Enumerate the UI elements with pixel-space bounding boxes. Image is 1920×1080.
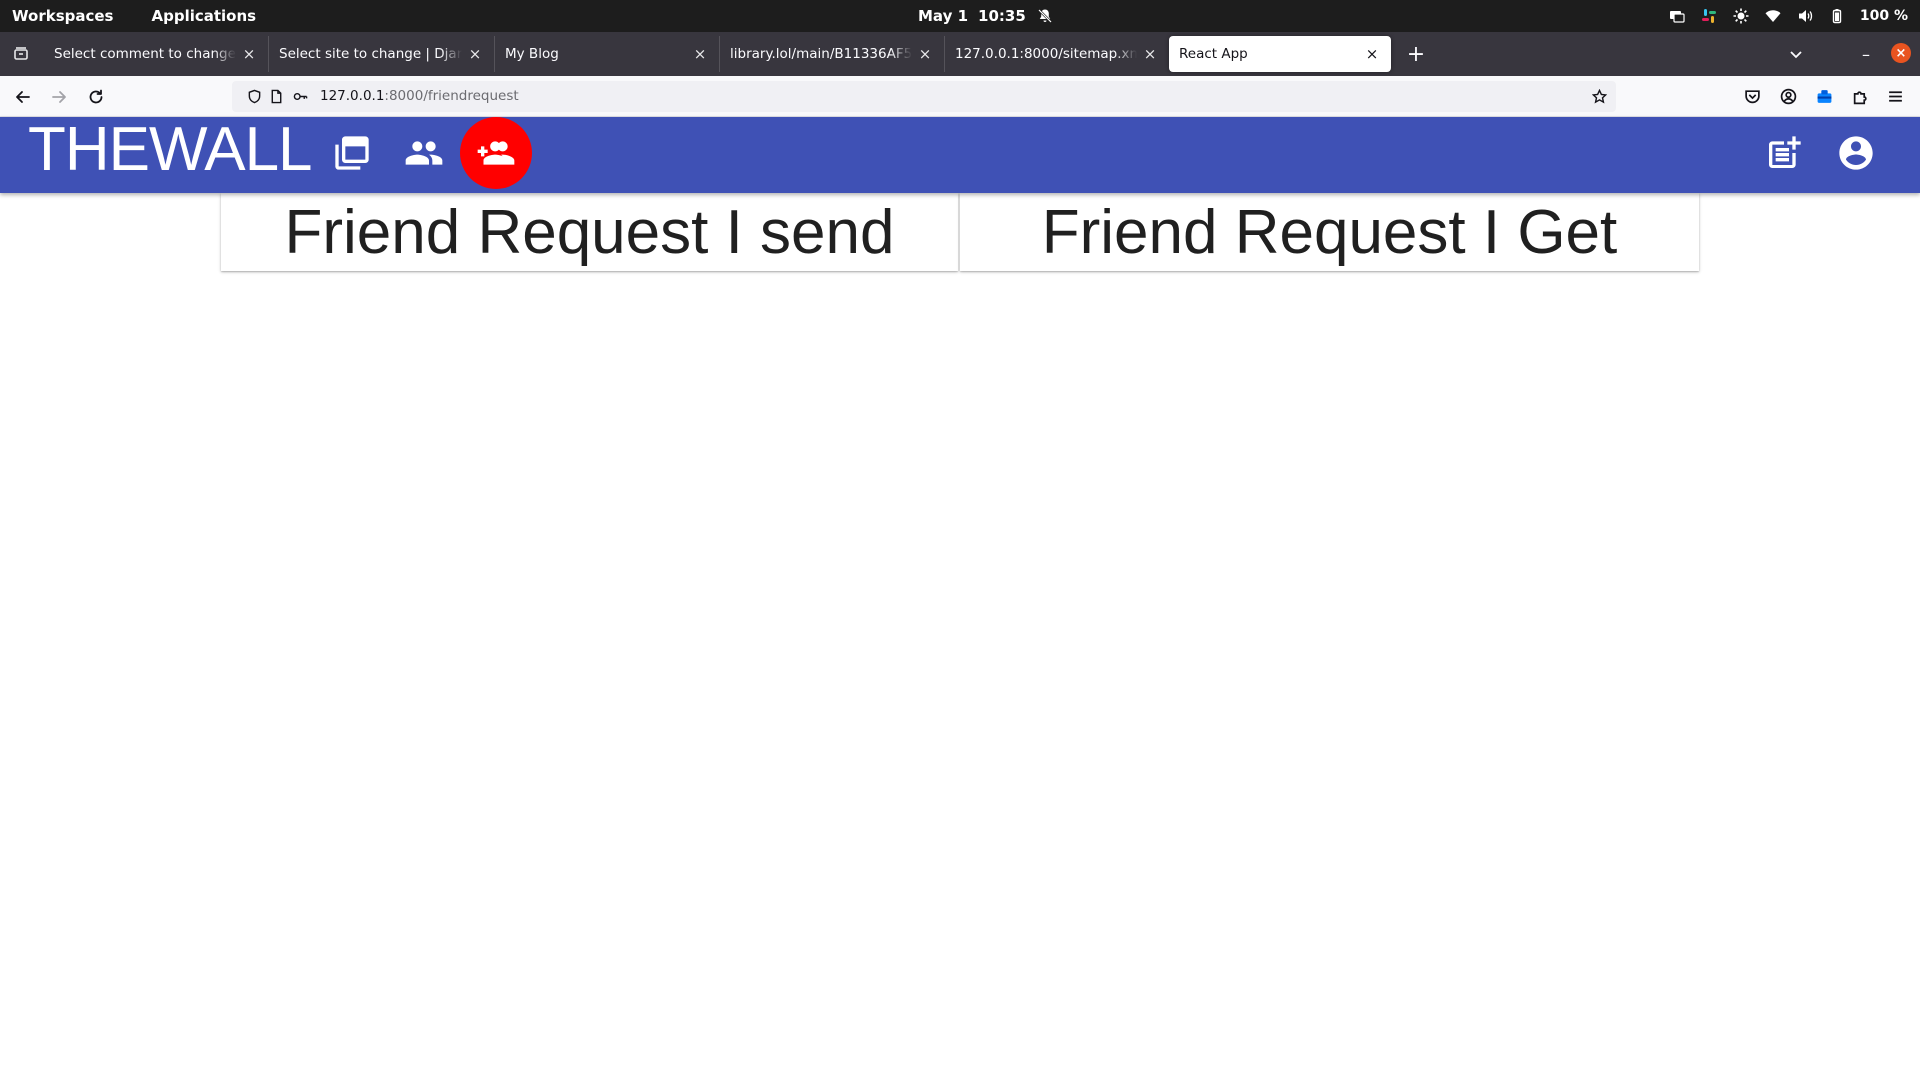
- tab-close-icon[interactable]: ×: [916, 45, 934, 63]
- close-window-button[interactable]: ×: [1891, 43, 1911, 63]
- posts-icon[interactable]: [316, 117, 388, 189]
- back-icon[interactable]: [8, 82, 38, 112]
- battery-percent: 100 %: [1859, 8, 1908, 24]
- url-host: 127.0.0.1: [320, 88, 385, 104]
- notifications-off-icon: [1036, 7, 1054, 25]
- tab-friend-requests-sent[interactable]: Friend Request I send: [221, 193, 958, 271]
- extensions-puzzle-icon[interactable]: [1847, 83, 1873, 109]
- pocket-icon[interactable]: [1739, 83, 1765, 109]
- tab-friend-requests-received[interactable]: Friend Request I Get: [960, 193, 1699, 271]
- account-circle-icon[interactable]: [1820, 117, 1892, 189]
- brightness-icon[interactable]: [1732, 7, 1750, 25]
- sent-requests-label: Friend Request I send: [284, 197, 895, 267]
- system-top-bar: Workspaces Applications May 1 10:35 100 …: [0, 0, 1920, 32]
- volume-icon[interactable]: [1796, 7, 1814, 25]
- browser-tab-strip: Select comment to change | Dj × Select s…: [0, 32, 1920, 76]
- tab-title: Select site to change | Django s: [279, 46, 462, 62]
- extension-toolbox-icon[interactable]: [1811, 83, 1837, 109]
- chevron-down-icon[interactable]: [1782, 40, 1810, 68]
- minimize-window-button[interactable]: –: [1854, 42, 1878, 66]
- screen-share-icon[interactable]: [1668, 7, 1686, 25]
- slack-icon[interactable]: [1700, 7, 1718, 25]
- tab-close-icon[interactable]: ×: [1363, 45, 1381, 63]
- tab-title: React App: [1179, 46, 1248, 62]
- account-icon[interactable]: [1775, 83, 1801, 109]
- tab-select-site[interactable]: Select site to change | Django s ×: [268, 36, 494, 72]
- url-bar[interactable]: 127.0.0.1:8000/friendrequest: [232, 81, 1616, 112]
- new-post-icon[interactable]: [1748, 117, 1820, 189]
- tab-list: Select comment to change | Dj × Select s…: [44, 36, 1391, 72]
- tab-my-blog[interactable]: My Blog ×: [494, 36, 719, 72]
- time-label: 10:35: [978, 7, 1026, 25]
- tab-select-comment[interactable]: Select comment to change | Dj ×: [44, 36, 268, 72]
- page-icon[interactable]: [268, 88, 285, 105]
- friends-icon[interactable]: [388, 117, 460, 189]
- url-path: :8000/friendrequest: [384, 88, 519, 104]
- tab-react-app[interactable]: React App ×: [1169, 36, 1391, 72]
- brand-logo[interactable]: THEWALL: [28, 117, 313, 183]
- key-icon[interactable]: [292, 88, 309, 105]
- applications-button[interactable]: Applications: [151, 7, 256, 25]
- tab-title: 127.0.0.1:8000/sitemap.xml: [955, 46, 1137, 62]
- wifi-icon[interactable]: [1764, 7, 1782, 25]
- tab-close-icon[interactable]: ×: [691, 45, 709, 63]
- tab-library[interactable]: library.lol/main/B11336AF58D5 ×: [719, 36, 944, 72]
- browser-navigation-bar: 127.0.0.1:8000/friendrequest: [0, 76, 1920, 117]
- add-friend-icon[interactable]: [460, 117, 532, 189]
- tab-close-icon[interactable]: ×: [240, 45, 258, 63]
- reload-icon[interactable]: [81, 82, 111, 112]
- received-requests-label: Friend Request I Get: [1041, 197, 1618, 267]
- date-label: May 1: [918, 7, 969, 25]
- bookmark-star-icon[interactable]: [1591, 88, 1608, 105]
- workspaces-button[interactable]: Workspaces: [12, 7, 113, 25]
- menu-hamburger-icon[interactable]: [1882, 83, 1908, 109]
- shield-icon[interactable]: [246, 88, 263, 105]
- clock[interactable]: May 1 10:35: [918, 0, 1054, 32]
- tab-close-icon[interactable]: ×: [466, 45, 484, 63]
- tab-list-icon[interactable]: [8, 41, 34, 67]
- new-tab-button[interactable]: +: [1402, 40, 1430, 68]
- tab-sitemap[interactable]: 127.0.0.1:8000/sitemap.xml ×: [944, 36, 1169, 72]
- tab-close-icon[interactable]: ×: [1141, 45, 1159, 63]
- tab-title: My Blog: [505, 46, 559, 62]
- battery-icon[interactable]: [1828, 7, 1846, 25]
- forward-icon[interactable]: [44, 82, 74, 112]
- app-header: THEWALL: [0, 117, 1920, 193]
- tab-title: Select comment to change | Dj: [54, 46, 236, 62]
- url-text[interactable]: 127.0.0.1:8000/friendrequest: [320, 88, 519, 104]
- tab-title: library.lol/main/B11336AF58D5: [730, 46, 912, 62]
